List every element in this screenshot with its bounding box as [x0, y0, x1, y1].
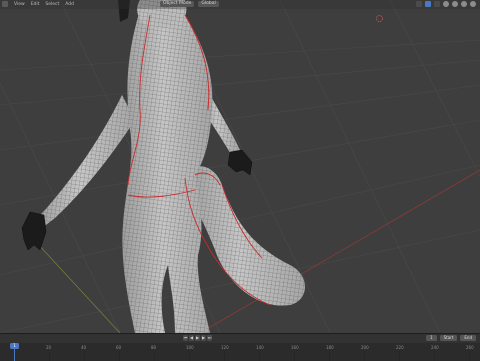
mode-dropdown[interactable]: Object Mode — [160, 1, 195, 7]
ruler-tick-label: 220 — [396, 345, 404, 350]
playback-controls: ⏮ ◀ ▶ ▶ ⏭ — [183, 335, 212, 341]
jump-end-button[interactable]: ⏭ — [207, 335, 212, 341]
frame-range: 1 Start End — [426, 335, 476, 341]
play-button[interactable]: ▶ — [195, 335, 200, 341]
jump-start-button[interactable]: ⏮ — [183, 335, 188, 341]
3d-cursor-icon — [376, 15, 383, 22]
character-mesh — [21, 0, 305, 333]
menu-select[interactable]: Select — [45, 2, 59, 7]
editor-type-icon[interactable] — [2, 1, 8, 7]
next-keyframe-button[interactable]: ▶ — [201, 335, 206, 341]
material-shading-icon[interactable] — [461, 1, 467, 7]
current-frame-field[interactable]: 1 — [426, 335, 437, 341]
overlay-icon[interactable] — [425, 1, 431, 7]
ruler-tick-label: 140 — [256, 345, 264, 350]
left-hand — [21, 211, 47, 251]
menu-view[interactable]: View — [14, 2, 25, 7]
ruler-tick-label: 240 — [431, 345, 439, 350]
visibility-icon[interactable] — [416, 1, 422, 7]
wireframe-shading-icon[interactable] — [443, 1, 449, 7]
rendered-shading-icon[interactable] — [470, 1, 476, 7]
menu-add[interactable]: Add — [65, 2, 74, 7]
ruler-tick-label: 60 — [116, 345, 122, 350]
start-frame-field[interactable]: Start — [439, 335, 458, 341]
solid-shading-icon[interactable] — [452, 1, 458, 7]
header-menus: View Edit Select Add — [2, 1, 74, 7]
playhead-line — [14, 349, 15, 361]
ruler-tick-label: 120 — [221, 345, 229, 350]
header-center: Object Mode Global — [160, 1, 219, 7]
timeline-editor[interactable]: ⏮ ◀ ▶ ▶ ⏭ 1 Start End 020406080100120140… — [0, 333, 480, 361]
play-reverse-button[interactable]: ◀ — [189, 335, 194, 341]
end-frame-field[interactable]: End — [460, 335, 476, 341]
scene-canvas[interactable] — [0, 0, 480, 333]
timeline-ruler[interactable]: 020406080100120140160180200220240260 — [0, 343, 480, 361]
timeline-header: ⏮ ◀ ▶ ▶ ⏭ 1 Start End — [0, 334, 480, 343]
viewport-header: View Edit Select Add Object Mode Global — [0, 0, 480, 9]
ruler-tick-label: 40 — [81, 345, 87, 350]
ruler-tick-label: 180 — [326, 345, 334, 350]
ruler-tick-label: 20 — [46, 345, 52, 350]
ruler-tick-label: 260 — [466, 345, 474, 350]
3d-viewport[interactable]: View Edit Select Add Object Mode Global — [0, 0, 480, 333]
header-right-tools — [416, 1, 476, 7]
orientation-dropdown[interactable]: Global — [198, 1, 219, 7]
ruler-tick-label: 80 — [151, 345, 157, 350]
ruler-tick-label: 200 — [361, 345, 369, 350]
menu-edit[interactable]: Edit — [31, 2, 40, 7]
right-hand — [227, 149, 253, 176]
xray-icon[interactable] — [434, 1, 440, 7]
ruler-tick-label: 160 — [291, 345, 299, 350]
ruler-tick-label: 100 — [186, 345, 194, 350]
